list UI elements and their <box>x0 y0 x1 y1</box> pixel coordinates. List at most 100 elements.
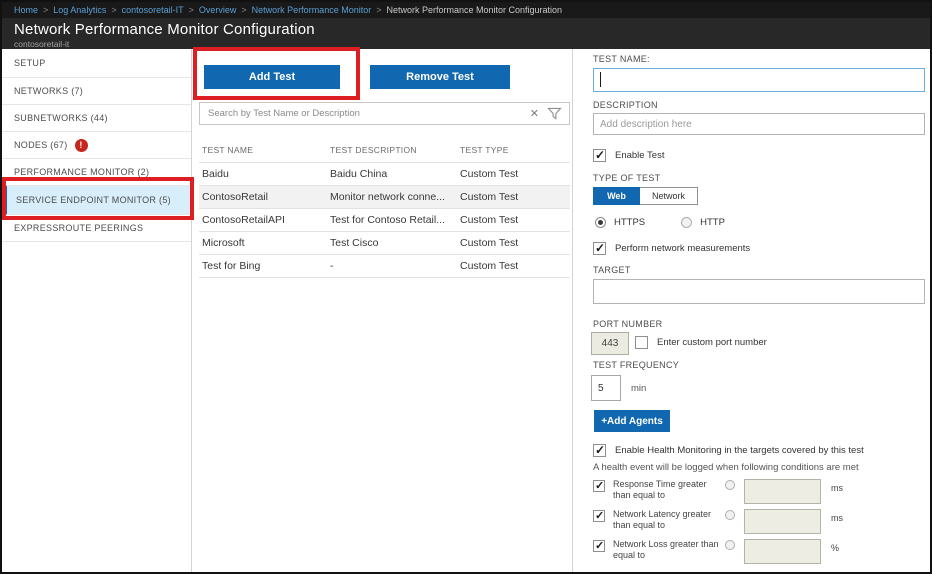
cell-test-type: Custom Test <box>457 254 570 278</box>
search-input[interactable] <box>200 108 526 119</box>
tests-table-header-row: TEST NAME TEST DESCRIPTION TEST TYPE <box>199 141 570 163</box>
custom-port-checkbox[interactable] <box>635 336 648 349</box>
filter-funnel-icon[interactable] <box>547 107 562 120</box>
column-header-test-name: TEST NAME <box>202 145 254 155</box>
network-latency-unit: ms <box>831 513 843 523</box>
test-search-box: ✕ <box>199 102 570 125</box>
response-time-checkbox[interactable] <box>593 479 605 492</box>
cell-test-description: Monitor network conne... <box>327 185 457 209</box>
enable-test-checkbox[interactable] <box>593 148 606 162</box>
enable-test-row: Enable Test <box>593 148 665 162</box>
description-input[interactable] <box>593 113 925 135</box>
network-latency-input[interactable] <box>744 509 821 534</box>
sidebar: SETUP NETWORKS (7) SUBNETWORKS (44) NODE… <box>2 49 192 572</box>
cell-test-name: Microsoft <box>199 231 327 255</box>
breadcrumb: Home > Log Analytics > contosoretail-IT … <box>2 2 930 18</box>
clear-search-icon[interactable]: ✕ <box>530 107 539 120</box>
network-loss-label: Network Loss greater than equal to <box>613 539 719 560</box>
cell-test-type: Custom Test <box>457 185 570 209</box>
sidebar-item-label: SERVICE ENDPOINT MONITOR (5) <box>16 195 171 205</box>
cell-test-name: ContosoRetailAPI <box>199 208 327 232</box>
cell-test-description: Baidu China <box>327 162 457 186</box>
enable-test-label: Enable Test <box>615 150 665 161</box>
response-time-label: Response Time greater than equal to <box>613 479 707 500</box>
network-loss-unit: % <box>831 543 840 553</box>
response-time-condition-row: Response Time greater than equal to ms <box>593 479 843 504</box>
sidebar-item-networks[interactable]: NETWORKS (7) <box>2 78 191 105</box>
table-row[interactable]: Microsoft Test Cisco Custom Test <box>199 231 570 255</box>
response-time-radio[interactable] <box>725 480 735 490</box>
cell-test-name: Baidu <box>199 162 327 186</box>
custom-port-row: Enter custom port number <box>635 336 767 349</box>
test-config-form: TEST NAME: DESCRIPTION Enable Test TYPE … <box>573 49 930 572</box>
perform-measurements-label: Perform network measurements <box>615 243 751 254</box>
tests-table: TEST NAME TEST DESCRIPTION TEST TYPE Bai… <box>199 141 570 278</box>
network-loss-checkbox[interactable] <box>593 539 605 552</box>
target-label: TARGET <box>593 265 631 275</box>
test-name-label: TEST NAME: <box>593 54 650 64</box>
health-monitoring-label: Enable Health Monitoring in the targets … <box>615 445 864 456</box>
app-window: Home > Log Analytics > contosoretail-IT … <box>0 0 932 574</box>
sidebar-item-nodes[interactable]: NODES (67) ! <box>2 132 191 159</box>
sidebar-item-subnetworks[interactable]: SUBNETWORKS (44) <box>2 105 191 132</box>
breadcrumb-home[interactable]: Home <box>14 5 38 15</box>
network-loss-input[interactable] <box>744 539 821 564</box>
breadcrumb-separator: > <box>188 5 194 15</box>
alert-badge-icon: ! <box>74 138 88 152</box>
sidebar-item-label: PERFORMANCE MONITOR (2) <box>14 167 150 177</box>
web-toggle-button[interactable]: Web <box>593 187 640 205</box>
breadcrumb-log-analytics[interactable]: Log Analytics <box>53 5 106 15</box>
health-monitoring-checkbox[interactable] <box>593 443 606 457</box>
response-time-input[interactable] <box>744 479 821 504</box>
page-title: Network Performance Monitor Configuratio… <box>14 21 315 38</box>
table-row[interactable]: ContosoRetailAPI Test for Contoso Retail… <box>199 208 570 232</box>
breadcrumb-workspace[interactable]: contosoretail-IT <box>122 5 184 15</box>
frequency-unit-label: min <box>631 383 647 394</box>
table-row[interactable]: ContosoRetail Monitor network conne... C… <box>199 185 570 209</box>
cell-test-description: Test Cisco <box>327 231 457 255</box>
custom-port-label: Enter custom port number <box>657 337 767 348</box>
test-frequency-input[interactable] <box>591 375 621 401</box>
sidebar-item-label: SETUP <box>14 58 46 68</box>
network-toggle-button[interactable]: Network <box>640 187 698 205</box>
content-area: SETUP NETWORKS (7) SUBNETWORKS (44) NODE… <box>2 49 930 572</box>
test-frequency-label: TEST FREQUENCY <box>593 360 680 370</box>
test-name-field-wrap <box>593 68 925 92</box>
sidebar-item-label: NETWORKS (7) <box>14 86 84 96</box>
text-cursor <box>600 72 601 87</box>
http-radio[interactable] <box>681 217 693 228</box>
breadcrumb-separator: > <box>376 5 382 15</box>
breadcrumb-overview[interactable]: Overview <box>199 5 237 15</box>
network-latency-radio[interactable] <box>725 510 735 520</box>
sidebar-item-service-endpoint-monitor[interactable]: SERVICE ENDPOINT MONITOR (5) <box>2 186 191 215</box>
cell-test-type: Custom Test <box>457 208 570 232</box>
add-test-button[interactable]: Add Test <box>204 65 340 89</box>
page-header: Network Performance Monitor Configuratio… <box>2 18 930 49</box>
tests-panel: Add Test Remove Test ✕ TEST NAME TEST DE… <box>192 49 573 572</box>
network-latency-condition-row: Network Latency greater than equal to ms <box>593 509 843 534</box>
response-time-unit: ms <box>831 483 843 493</box>
add-agents-button[interactable]: +Add Agents <box>594 410 670 432</box>
health-event-note: A health event will be logged when follo… <box>593 462 859 473</box>
sidebar-item-label: NODES (67) <box>14 140 68 150</box>
table-row[interactable]: Baidu Baidu China Custom Test <box>199 162 570 186</box>
sidebar-item-expressroute-peerings[interactable]: EXPRESSROUTE PEERINGS <box>2 215 191 242</box>
breadcrumb-npm[interactable]: Network Performance Monitor <box>252 5 372 15</box>
remove-test-button[interactable]: Remove Test <box>370 65 510 89</box>
sidebar-item-setup[interactable]: SETUP <box>2 49 191 78</box>
sidebar-item-performance-monitor[interactable]: PERFORMANCE MONITOR (2) <box>2 159 191 186</box>
description-label: DESCRIPTION <box>593 100 658 110</box>
table-row[interactable]: Test for Bing - Custom Test <box>199 254 570 278</box>
test-name-input[interactable] <box>593 68 925 92</box>
network-latency-checkbox[interactable] <box>593 509 605 522</box>
cell-test-name: Test for Bing <box>199 254 327 278</box>
network-loss-condition-row: Network Loss greater than equal to % <box>593 539 839 564</box>
page-subtitle: contosoretail-it <box>14 39 70 49</box>
cell-test-type: Custom Test <box>457 162 570 186</box>
perform-measurements-checkbox[interactable] <box>593 241 606 255</box>
network-loss-radio[interactable] <box>725 540 735 550</box>
target-input[interactable] <box>593 279 925 304</box>
port-number-input[interactable] <box>591 332 629 355</box>
https-radio[interactable] <box>595 217 606 228</box>
description-field-wrap <box>593 113 925 135</box>
